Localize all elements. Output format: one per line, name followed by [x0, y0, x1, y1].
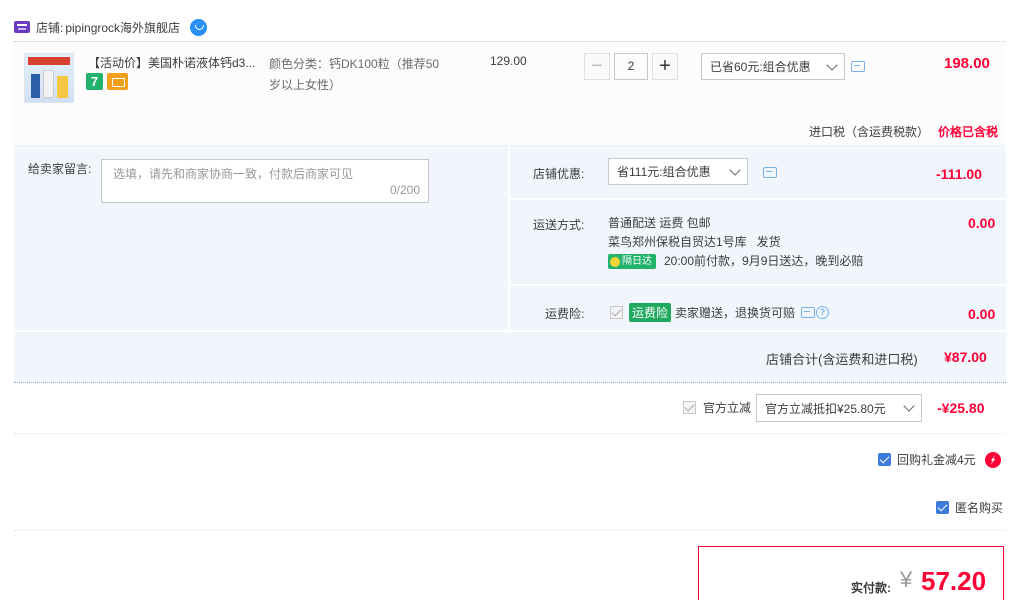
shipping-info: 普通配送 运费 包邮 菜鸟郑州保税自贸达1号库 发货 隔日达 20:00前付款，… [608, 214, 863, 271]
shop-discount-select[interactable]: 省111元:组合优惠 [608, 158, 748, 185]
delivery-promise: 20:00前付款，9月9日送达，晚到必赔 [664, 254, 864, 268]
product-thumbnail[interactable] [24, 53, 74, 103]
official-discount-select[interactable]: 官方立减抵扣¥25.80元 [756, 394, 922, 422]
payment-amount: 57.20 [921, 566, 987, 596]
shop-header: 店铺: pipingrock海外旗舰店 [14, 16, 208, 38]
message-char-count: 0/200 [389, 183, 420, 197]
gift-credit-checkbox[interactable] [878, 453, 891, 466]
anonymous-label: 匿名购买 [955, 501, 1004, 515]
lightning-icon [610, 256, 620, 267]
import-tax-value: 价格已含税 [938, 125, 999, 139]
quantity-increase-button[interactable]: + [652, 53, 678, 80]
quantity-decrease-button[interactable]: − [584, 53, 610, 80]
shop-total-label: 店铺合计(含运费和进口税) [766, 352, 918, 367]
insurance-checkbox[interactable] [610, 306, 623, 319]
gift-credit-label: 回购礼金减4元 [897, 453, 976, 467]
shop-name[interactable]: pipingrock海外旗舰店 [65, 19, 180, 36]
official-discount-amount: -¥25.80 [937, 400, 985, 416]
order-item-row: 【活动价】美国朴诺液体钙d3... 7 颜色分类：钙DK100粒（推荐50 岁以… [14, 41, 1006, 146]
official-discount-label: 官方立减 [703, 401, 752, 415]
divider [508, 146, 510, 332]
shipping-method: 普通配送 运费 包邮 [608, 216, 711, 230]
product-title-link[interactable]: 【活动价】美国朴诺液体钙d3... [88, 54, 260, 71]
shop-label: 店铺: [36, 20, 64, 35]
help-icon[interactable]: ? [816, 306, 830, 319]
comment-icon[interactable] [801, 307, 816, 318]
official-discount-checkbox[interactable] [683, 401, 696, 414]
chevron-down-icon [826, 58, 838, 71]
gift-credit-row: 回购礼金减4元 [878, 451, 1001, 468]
sku-info: 颜色分类：钙DK100粒（推荐50 岁以上女性） [269, 54, 459, 96]
chevron-down-icon [729, 163, 741, 176]
next-day-badge: 隔日达 [608, 254, 656, 269]
shipping-warehouse: 菜鸟郑州保税自贸达1号库 发货 [608, 235, 781, 249]
divider [510, 284, 1006, 286]
comment-icon[interactable] [851, 61, 865, 72]
payment-currency: ¥ [900, 567, 913, 592]
divider [14, 330, 1006, 332]
credit-card-icon [107, 73, 128, 90]
shipping-amount: 0.00 [968, 215, 996, 231]
anonymous-checkbox[interactable] [936, 501, 949, 514]
shop-discount-label: 店铺优惠: [533, 167, 585, 181]
seller-message-textarea[interactable]: 选填，请先和商家协商一致，付款后商家可见 0/200 [101, 159, 429, 203]
official-discount-row: 官方立减 [683, 399, 751, 416]
divider [14, 530, 1006, 531]
insurance-label: 运费险: [545, 307, 585, 321]
divider [510, 198, 1006, 200]
import-tax-label: 进口税（含运费税款） [809, 125, 930, 139]
chevron-down-icon [903, 400, 915, 412]
insurance-badge: 运费险 [629, 303, 672, 322]
item-discount-value: 已省60元:组合优惠 [710, 60, 811, 74]
insurance-amount: 0.00 [968, 306, 996, 322]
item-total: 198.00 [944, 55, 990, 72]
official-discount-value: 官方立减抵扣¥25.80元 [765, 401, 886, 416]
insurance-info: 运费险 卖家赠送，退换货可赔 ? [610, 303, 830, 322]
item-discount-select[interactable]: 已省60元:组合优惠 [701, 53, 845, 80]
insurance-text: 卖家赠送，退换货可赔 [675, 306, 796, 320]
comment-icon[interactable] [763, 167, 777, 178]
shop-total-value: ¥87.00 [944, 349, 987, 365]
message-placeholder: 选填，请先和商家协商一致，付款后商家可见 [113, 167, 354, 181]
seven-day-return-icon: 7 [86, 73, 103, 90]
shop-discount-value: 省111元:组合优惠 [617, 165, 711, 179]
sku-line-1: 颜色分类：钙DK100粒（推荐50 [269, 57, 440, 71]
tmall-shop-icon [14, 21, 30, 33]
payment-summary-box: 实付款: ¥ 57.20 [698, 546, 1004, 600]
quantity-stepper: − 2 + [584, 53, 678, 80]
message-label: 给卖家留言: [28, 162, 92, 176]
quantity-input[interactable]: 2 [614, 53, 648, 80]
order-detail-panel: 给卖家留言: 选填，请先和商家协商一致，付款后商家可见 0/200 店铺优惠: … [14, 146, 1006, 383]
payment-label: 实付款: [851, 581, 891, 595]
unit-price: 129.00 [490, 54, 527, 68]
anonymous-purchase-row: 匿名购买 [936, 499, 1003, 516]
shipping-label: 运送方式: [533, 218, 585, 232]
sku-line-2: 岁以上女性） [269, 78, 342, 92]
divider [14, 433, 1006, 434]
shop-discount-amount: -111.00 [936, 166, 982, 182]
wangwang-chat-icon[interactable] [190, 18, 208, 36]
lightning-icon [984, 451, 1001, 468]
